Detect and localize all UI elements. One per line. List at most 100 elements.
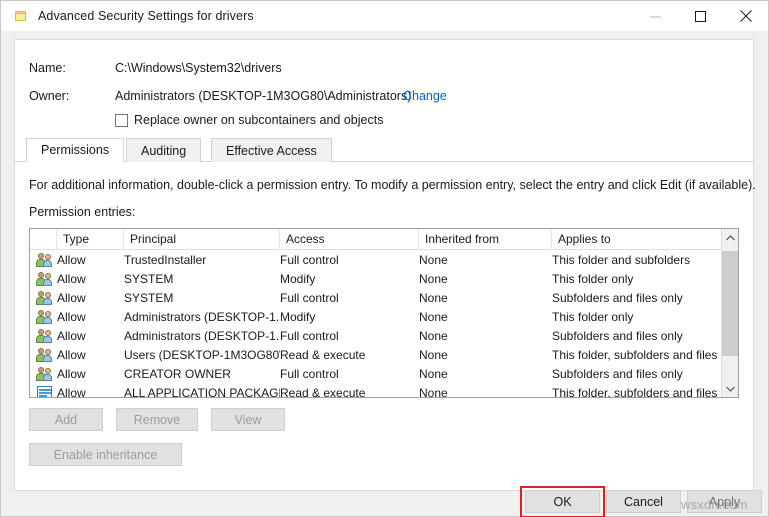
cell-principal: Users (DESKTOP-1M3OG80\U... <box>124 347 280 362</box>
add-button[interactable]: Add <box>29 408 103 431</box>
advanced-security-settings-window: Advanced Security Settings for drivers N… <box>0 0 769 517</box>
list-vertical-scrollbar[interactable] <box>721 229 738 397</box>
column-header-inherited-from[interactable]: Inherited from <box>419 229 552 249</box>
cell-access: Read & execute <box>280 347 366 362</box>
cell-access: Full control <box>280 290 339 305</box>
cell-type: Allow <box>57 366 86 381</box>
replace-owner-label: Replace owner on subcontainers and objec… <box>134 113 384 127</box>
group-icon <box>33 288 55 307</box>
list-body: Allow TrustedInstaller Full control None… <box>30 250 738 397</box>
cell-access: Modify <box>280 309 316 324</box>
change-owner-link[interactable]: Change <box>403 89 447 103</box>
table-row[interactable]: Allow SYSTEM Modify None This folder onl… <box>30 269 738 288</box>
replace-owner-checkbox-row[interactable]: Replace owner on subcontainers and objec… <box>115 113 383 127</box>
name-label: Name: <box>29 61 66 75</box>
group-icon <box>33 326 55 345</box>
group-icon <box>33 345 55 364</box>
cell-inherited-from: None <box>419 271 448 286</box>
table-row[interactable]: Allow Users (DESKTOP-1M3OG80\U... Read &… <box>30 345 738 364</box>
cell-applies-to: This folder, subfolders and files <box>552 347 718 362</box>
cell-principal: SYSTEM <box>124 290 174 305</box>
scrollbar-thumb[interactable] <box>722 251 738 356</box>
cell-applies-to: This folder only <box>552 309 634 324</box>
package-icon <box>33 383 55 397</box>
table-row[interactable]: Allow Administrators (DESKTOP-1... Modif… <box>30 307 738 326</box>
close-button[interactable] <box>723 1 768 31</box>
list-header-row: Type Principal Access Inherited from App… <box>30 229 738 250</box>
column-header-applies-to[interactable]: Applies to <box>552 229 722 249</box>
cell-principal: CREATOR OWNER <box>124 366 231 381</box>
title-bar: Advanced Security Settings for drivers <box>1 1 768 31</box>
cell-inherited-from: None <box>419 385 448 398</box>
cell-principal: SYSTEM <box>124 271 174 286</box>
column-header-access[interactable]: Access <box>280 229 419 249</box>
cell-access: Full control <box>280 328 339 343</box>
group-icon <box>33 307 55 326</box>
name-value: C:\Windows\System32\drivers <box>115 61 282 75</box>
cell-inherited-from: None <box>419 328 448 343</box>
cell-principal: Administrators (DESKTOP-1... <box>124 309 280 324</box>
scroll-down-icon[interactable] <box>722 380 738 397</box>
pane-hint-text: For additional information, double-click… <box>29 178 756 192</box>
remove-button[interactable]: Remove <box>116 408 198 431</box>
column-header-icon <box>33 229 57 249</box>
tab-effective-access[interactable]: Effective Access <box>211 138 332 162</box>
cancel-button[interactable]: Cancel <box>606 490 681 513</box>
cell-access: Read & execute <box>280 385 366 398</box>
cell-applies-to: Subfolders and files only <box>552 366 683 381</box>
cell-type: Allow <box>57 309 86 324</box>
cell-applies-to: This folder only <box>552 271 634 286</box>
cell-type: Allow <box>57 347 86 362</box>
replace-owner-checkbox[interactable] <box>115 113 128 127</box>
apply-button[interactable]: Apply <box>687 490 762 513</box>
cell-inherited-from: None <box>419 347 448 362</box>
cell-inherited-from: None <box>419 309 448 324</box>
view-button[interactable]: View <box>211 408 285 431</box>
permission-entries-list[interactable]: Type Principal Access Inherited from App… <box>29 228 739 398</box>
cell-applies-to: This folder and subfolders <box>552 252 691 267</box>
cell-inherited-from: None <box>419 290 448 305</box>
table-row[interactable]: Allow TrustedInstaller Full control None… <box>30 250 738 269</box>
cell-type: Allow <box>57 328 86 343</box>
cell-principal: TrustedInstaller <box>124 252 207 267</box>
cell-principal: Administrators (DESKTOP-1... <box>124 328 280 343</box>
group-icon <box>33 269 55 288</box>
tab-strip: Permissions Auditing Effective Access <box>15 138 753 162</box>
tab-auditing[interactable]: Auditing <box>126 138 202 162</box>
dialog-sheet: Name: C:\Windows\System32\drivers Owner:… <box>14 39 756 491</box>
enable-inheritance-button[interactable]: Enable inheritance <box>29 443 182 466</box>
group-icon <box>33 250 55 269</box>
object-info-area: Name: C:\Windows\System32\drivers Owner:… <box>15 40 753 138</box>
minimize-button[interactable] <box>633 1 678 31</box>
cell-access: Full control <box>280 252 339 267</box>
cell-inherited-from: None <box>419 366 448 381</box>
folder-icon <box>13 8 29 24</box>
permissions-pane: For additional information, double-click… <box>15 162 756 490</box>
window-title: Advanced Security Settings for drivers <box>38 9 254 23</box>
cell-applies-to: Subfolders and files only <box>552 290 683 305</box>
table-row[interactable]: Allow Administrators (DESKTOP-1... Full … <box>30 326 738 345</box>
ok-button[interactable]: OK <box>525 490 600 513</box>
cell-applies-to: Subfolders and files only <box>552 328 683 343</box>
table-row[interactable]: Allow CREATOR OWNER Full control None Su… <box>30 364 738 383</box>
cell-principal: ALL APPLICATION PACKAGES <box>124 385 280 398</box>
cell-inherited-from: None <box>419 252 448 267</box>
permission-entries-label: Permission entries: <box>29 205 136 219</box>
column-header-type[interactable]: Type <box>57 229 124 249</box>
cell-type: Allow <box>57 290 86 305</box>
table-row[interactable]: Allow SYSTEM Full control None Subfolder… <box>30 288 738 307</box>
cell-type: Allow <box>57 271 86 286</box>
cell-applies-to: This folder, subfolders and files <box>552 385 718 398</box>
cell-access: Full control <box>280 366 339 381</box>
cell-access: Modify <box>280 271 316 286</box>
caption-button-group <box>633 1 768 31</box>
owner-label: Owner: <box>29 89 70 103</box>
cell-type: Allow <box>57 385 86 398</box>
owner-value: Administrators (DESKTOP-1M3OG80\Administ… <box>115 89 412 103</box>
tab-permissions[interactable]: Permissions <box>26 138 125 162</box>
scroll-up-icon[interactable] <box>722 229 738 246</box>
table-row[interactable]: Allow ALL APPLICATION PACKAGES Read & ex… <box>30 383 738 397</box>
column-header-principal[interactable]: Principal <box>124 229 280 249</box>
maximize-button[interactable] <box>678 1 723 31</box>
group-icon <box>33 364 55 383</box>
